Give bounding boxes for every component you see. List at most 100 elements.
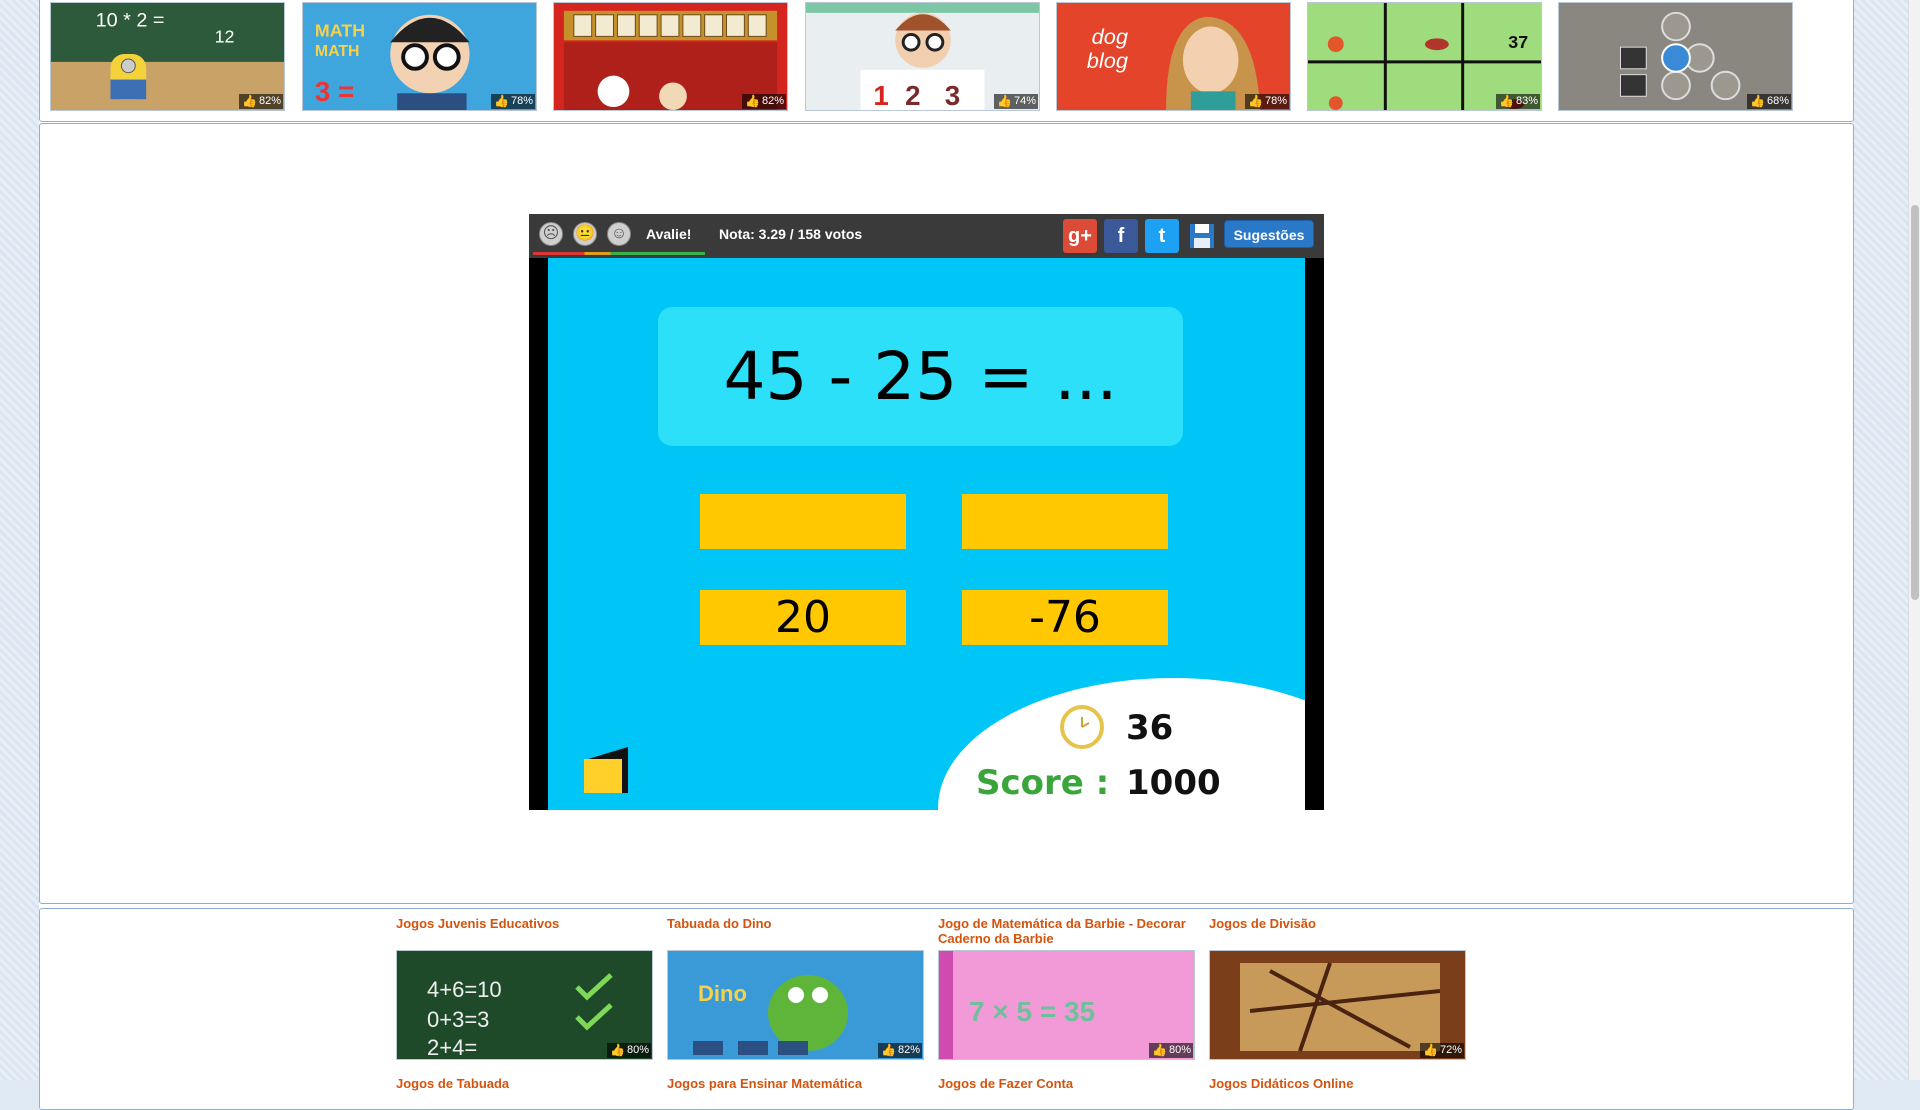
game-thumb-6[interactable]: 37 👍 83%: [1307, 2, 1542, 111]
game-thumb-4[interactable]: 1 2 3 👍 74%: [805, 2, 1040, 111]
question-text: 45 - 25 = ...: [723, 338, 1118, 415]
svg-text:dog: dog: [1092, 24, 1128, 49]
rating-badge: 👍 78%: [1245, 94, 1289, 109]
game-frame: 45 - 25 = ... 20 -76 36 Score : 1000: [529, 258, 1324, 810]
related-game-1[interactable]: Jogos Juvenis Educativos 4+6=10 0+3=3 2+…: [396, 916, 653, 1060]
rating-badge: 👍 80%: [607, 1043, 651, 1058]
related-title[interactable]: Jogo de Matemática da Barbie - Decorar C…: [938, 916, 1195, 948]
related-game-2[interactable]: Tabuada do Dino Dino 👍 82%: [667, 916, 924, 1060]
related-thumb[interactable]: Dino 👍 82%: [667, 950, 924, 1060]
suggestions-button[interactable]: Sugestões: [1224, 220, 1314, 248]
svg-text:37: 37: [1508, 32, 1528, 52]
scrollbar-thumb[interactable]: [1911, 205, 1919, 600]
rating-value: 68%: [1766, 95, 1789, 107]
svg-text:3: 3: [945, 80, 960, 110]
rating-value: 72%: [1439, 1044, 1462, 1056]
thumbs-up-icon: 👍: [1499, 94, 1514, 108]
sound-toggle-icon[interactable]: [582, 745, 628, 795]
svg-text:2+4=: 2+4=: [427, 1035, 477, 1060]
svg-text:1: 1: [873, 80, 888, 110]
facebook-icon[interactable]: f: [1104, 219, 1138, 253]
rating-badge: 👍 83%: [1496, 94, 1540, 109]
game-thumb-5[interactable]: dog blog 👍 78%: [1056, 2, 1291, 111]
sad-face-icon[interactable]: ☹: [539, 222, 563, 246]
related-thumb[interactable]: 👍 72%: [1209, 950, 1466, 1060]
related-link-next-4[interactable]: Jogos Didáticos Online: [1209, 1076, 1353, 1091]
vote-score: Nota: 3.29 / 158 votos: [719, 226, 863, 242]
related-thumb[interactable]: 7 × 5 = 35 👍 80%: [938, 950, 1195, 1060]
happy-face-icon[interactable]: ☺: [607, 222, 631, 246]
related-title[interactable]: Jogos Juvenis Educativos: [396, 916, 653, 948]
twitter-icon[interactable]: t: [1145, 219, 1179, 253]
svg-text:MATH: MATH: [315, 43, 360, 60]
svg-text:2: 2: [905, 80, 920, 110]
answer-button-3[interactable]: 20: [700, 590, 906, 645]
rating-badge: 👍 80%: [1149, 1043, 1193, 1058]
game-thumb-7[interactable]: 👍 68%: [1558, 2, 1793, 111]
related-title[interactable]: Tabuada do Dino: [667, 916, 924, 948]
rating-badge: 👍 82%: [742, 94, 786, 109]
answer-button-4[interactable]: -76: [962, 590, 1168, 645]
thumbs-up-icon: 👍: [1152, 1043, 1167, 1057]
related-title[interactable]: Jogos de Divisão: [1209, 916, 1466, 948]
game-thumb-1[interactable]: 10 * 2 = 12 👍 82%: [50, 2, 285, 111]
thumbs-up-icon: 👍: [1750, 94, 1765, 108]
answer-button-2[interactable]: [962, 494, 1168, 549]
google-plus-icon[interactable]: g+: [1063, 219, 1097, 253]
rating-value: 78%: [1264, 95, 1287, 107]
rating-badge: 👍 82%: [878, 1043, 922, 1058]
game-thumb-3[interactable]: 👍 82%: [553, 2, 788, 111]
timer-value: 36: [1126, 708, 1174, 748]
rating-value: 82%: [897, 1044, 920, 1056]
svg-text:3 =: 3 =: [315, 76, 354, 107]
thumbs-up-icon: 👍: [745, 94, 760, 108]
score-label: Score :: [976, 763, 1110, 803]
svg-text:12: 12: [215, 26, 235, 46]
svg-text:Dino: Dino: [698, 981, 747, 1006]
rating-value: 80%: [1168, 1044, 1191, 1056]
clock-icon: [1060, 705, 1104, 749]
page-scrollbar[interactable]: [1908, 0, 1920, 1080]
svg-text:4+6=10: 4+6=10: [427, 977, 502, 1002]
thumbs-up-icon: 👍: [1423, 1043, 1438, 1057]
rating-value: 74%: [1013, 95, 1036, 107]
facebook-label: f: [1117, 225, 1125, 247]
save-disk-icon[interactable]: [1185, 219, 1219, 253]
related-game-4[interactable]: Jogos de Divisão 👍 72%: [1209, 916, 1466, 1060]
thumbs-up-icon: 👍: [494, 94, 509, 108]
svg-text:MATH: MATH: [315, 20, 365, 40]
svg-text:10 * 2 =: 10 * 2 =: [96, 10, 165, 32]
thumbs-up-icon: 👍: [242, 94, 257, 108]
related-link-next-3[interactable]: Jogos de Fazer Conta: [938, 1076, 1073, 1091]
svg-text:7 × 5 = 35: 7 × 5 = 35: [969, 996, 1095, 1027]
rating-value: 78%: [510, 95, 533, 107]
rating-badge: 👍 82%: [239, 94, 283, 109]
rating-value: 82%: [761, 95, 784, 107]
thumbs-up-icon: 👍: [997, 94, 1012, 108]
rating-badge: 👍 72%: [1420, 1043, 1464, 1058]
rating-color-bar: [533, 252, 705, 255]
svg-text:0+3=3: 0+3=3: [427, 1007, 489, 1032]
game-canvas[interactable]: 45 - 25 = ... 20 -76 36 Score : 1000: [548, 258, 1305, 810]
rating-badge: 👍 68%: [1747, 94, 1791, 109]
related-thumb[interactable]: 4+6=10 0+3=3 2+4= 👍 80%: [396, 950, 653, 1060]
thumbs-up-icon: 👍: [881, 1043, 896, 1057]
rating-badge: 👍 78%: [491, 94, 535, 109]
related-link-next-2[interactable]: Jogos para Ensinar Matemática: [667, 1076, 862, 1091]
score-value: 1000: [1126, 763, 1221, 803]
rating-value: 80%: [626, 1044, 649, 1056]
thumbs-up-icon: 👍: [610, 1043, 625, 1057]
question-box: 45 - 25 = ...: [658, 307, 1183, 446]
google-plus-label: g+: [1068, 225, 1092, 247]
neutral-face-icon[interactable]: 😐: [573, 222, 597, 246]
related-link-next-1[interactable]: Jogos de Tabuada: [396, 1076, 509, 1091]
svg-text:blog: blog: [1087, 48, 1128, 73]
rating-value: 82%: [258, 95, 281, 107]
rate-label: Avalie!: [646, 226, 692, 242]
rating-badge: 👍 74%: [994, 94, 1038, 109]
twitter-label: t: [1158, 225, 1166, 247]
related-game-3[interactable]: Jogo de Matemática da Barbie - Decorar C…: [938, 916, 1195, 1060]
answer-button-1[interactable]: [700, 494, 906, 549]
game-thumb-2[interactable]: MATH MATH 3 = 👍 78%: [302, 2, 537, 111]
rating-value: 83%: [1515, 95, 1538, 107]
